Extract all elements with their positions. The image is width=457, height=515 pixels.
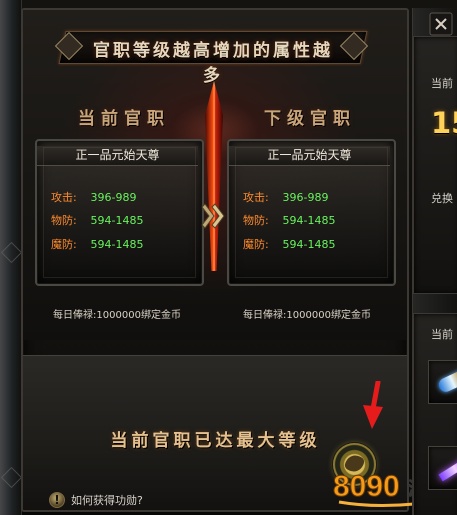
official-rank-screen: 官职等级越高增加的属性越多 当前官职 下级官职 正一品元始天尊 攻击: 396-… [0,0,457,515]
next-physical-defense-row: 物防: 594-1485 [243,213,383,229]
current-rank-card: 正一品元始天尊 攻击: 396-989 物防: 594-1485 魔防: 594… [35,139,204,286]
current-rank-heading: 当前官职 [78,109,170,129]
next-attack-row: 攻击: 396-989 [243,190,383,206]
current-magic-defense-value: 594-1485 [90,238,144,251]
current-physical-defense-row: 物防: 594-1485 [51,213,191,229]
current-daily-salary: 每日俸禄:1000000绑定金币 [53,310,181,321]
current-physical-defense-label: 物防: [51,214,77,227]
next-physical-defense-value: 594-1485 [282,214,336,227]
next-magic-defense-label: 魔防: [243,238,269,251]
next-physical-defense-label: 物防: [243,214,269,227]
close-x-icon[interactable] [429,12,453,36]
current-physical-defense-value: 594-1485 [90,214,144,227]
right-current-number: 15 [431,106,457,140]
scroll-icon [436,367,457,395]
wand-item-slot[interactable] [428,446,457,490]
next-attack-label: 攻击: [243,191,269,204]
how-to-get-merit-link[interactable]: 如何获得功勋? [71,493,143,508]
current-magic-defense-label: 魔防: [51,238,77,251]
current-attack-value: 396-989 [90,191,137,204]
next-rank-heading: 下级官职 [264,109,356,129]
right-exchange-label: 兑换 [431,192,453,205]
current-attack-row: 攻击: 396-989 [51,190,191,206]
current-attack-label: 攻击: [51,191,77,204]
double-chevron-right-icon [201,200,229,232]
next-magic-defense-value: 594-1485 [282,238,336,251]
max-level-message: 当前官职已达最大等级 [110,431,321,451]
official-rank-panel: 官职等级越高增加的属性越多 当前官职 下级官职 正一品元始天尊 攻击: 396-… [21,8,409,512]
next-attack-value: 396-989 [282,191,329,204]
red-pointer-arrow-icon [358,381,386,431]
panel-title: 官职等级越高增加的属性越多 [93,41,333,86]
next-magic-defense-row: 魔防: 594-1485 [243,237,383,253]
next-rank-name: 正一品元始天尊 [229,146,390,166]
current-magic-defense-row: 魔防: 594-1485 [51,237,191,253]
next-daily-salary: 每日俸禄:1000000绑定金币 [243,310,371,321]
svg-text:8090: 8090 [333,470,400,503]
current-rank-name: 正一品元始天尊 [37,146,198,166]
exclamation-help-icon[interactable]: ! [49,492,65,508]
right-current-label: 当前 [431,77,453,90]
right-lower-current-label: 当前 [431,328,453,341]
next-rank-card: 正一品元始天尊 攻击: 396-989 物防: 594-1485 魔防: 594… [227,139,396,286]
right-side-panel: 当前 15 兑换 当前 [412,8,457,515]
wand-icon [438,456,457,482]
scroll-item-slot[interactable] [428,360,457,404]
left-decorative-frame [0,0,22,515]
